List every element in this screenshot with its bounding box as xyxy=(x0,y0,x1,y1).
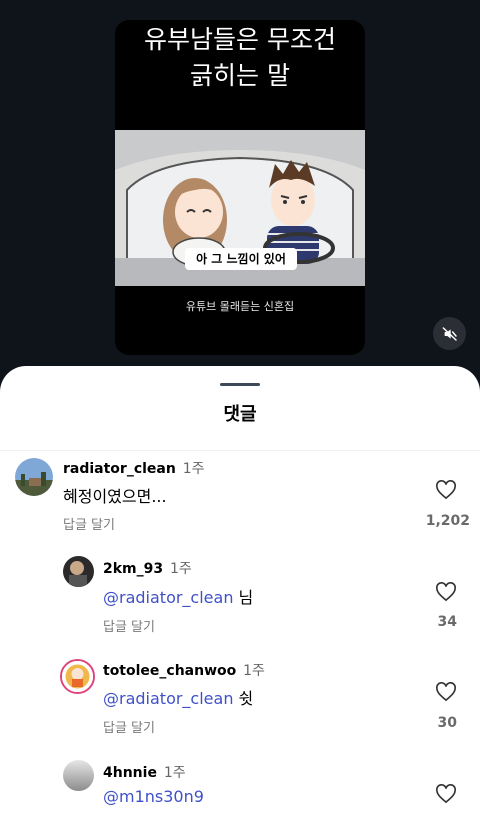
video-subtitle: 아 그 느낌이 있어 xyxy=(185,248,297,270)
sheet-title: 댓글 xyxy=(223,404,257,425)
comment-username[interactable]: totolee_chanwoo 1주 xyxy=(103,660,265,680)
mention-link[interactable]: @radiator_clean xyxy=(103,588,233,607)
comment-body: 쉿 xyxy=(233,689,254,708)
mention-link[interactable]: @radiator_clean xyxy=(103,689,233,708)
comment-username[interactable]: 2km_93 1주 xyxy=(103,558,192,578)
heart-outline-icon[interactable] xyxy=(435,480,457,500)
comment-text: @radiator_clean 쉿 xyxy=(103,685,253,709)
like-count: 34 xyxy=(437,614,457,630)
comment-text: @radiator_clean 님 xyxy=(103,584,253,608)
video-title: 유부남들은 무조건 긁히는 말 xyxy=(115,22,365,94)
reply-button[interactable]: 답글 달기 xyxy=(63,514,115,533)
sheet-grabber[interactable] xyxy=(220,383,260,386)
mute-button[interactable] xyxy=(433,317,466,350)
video-title-line2: 긁히는 말 xyxy=(190,61,290,90)
avatar[interactable] xyxy=(15,458,53,496)
video-frame: 아 그 느낌이 있어 xyxy=(115,130,365,286)
heart-outline-icon[interactable] xyxy=(435,682,457,702)
mention-link[interactable]: @m1ns30n9 xyxy=(103,787,204,806)
username-text[interactable]: 4hnnie xyxy=(103,765,157,781)
heart-outline-icon[interactable] xyxy=(435,582,457,602)
comment-time: 1주 xyxy=(182,461,205,477)
reply-button[interactable]: 답글 달기 xyxy=(103,616,155,635)
username-text[interactable]: radiator_clean xyxy=(63,461,176,477)
like-count: 1,202 xyxy=(425,513,470,529)
username-text[interactable]: totolee_chanwoo xyxy=(103,663,236,679)
like-count: 30 xyxy=(437,715,457,731)
comment-body: 님 xyxy=(233,588,254,607)
video-title-line1: 유부남들은 무조건 xyxy=(144,25,336,54)
username-text[interactable]: 2km_93 xyxy=(103,561,163,577)
avatar-story-ring[interactable] xyxy=(60,659,95,694)
comment-username[interactable]: 4hnnie 1주 xyxy=(103,762,186,782)
heart-outline-icon[interactable] xyxy=(435,784,457,804)
comment-time: 1주 xyxy=(170,561,192,577)
speaker-muted-icon xyxy=(442,326,457,341)
video-caption: 유튜브 몰래듣는 신혼집 xyxy=(185,300,295,313)
comment-sheet: 댓글 radiator_clean 1주 혜정이였으면... 답글 달기 1,2… xyxy=(0,366,480,815)
comment-time: 1주 xyxy=(243,663,265,679)
comment-username[interactable]: radiator_clean 1주 xyxy=(63,458,205,478)
avatar[interactable] xyxy=(63,556,94,587)
comment-body: 혜정이였으면... xyxy=(63,487,167,506)
comment-text: 혜정이였으면... xyxy=(63,483,167,507)
reply-button[interactable]: 답글 달기 xyxy=(103,717,155,736)
video-preview[interactable]: 유부남들은 무조건 긁히는 말 아 그 느낌이 있어 유튜브 몰래듣는 신혼집 xyxy=(115,20,365,355)
avatar[interactable] xyxy=(63,760,94,791)
divider xyxy=(0,450,480,451)
comment-time: 1주 xyxy=(163,765,186,781)
comment-text: @m1ns30n9 xyxy=(103,787,204,806)
